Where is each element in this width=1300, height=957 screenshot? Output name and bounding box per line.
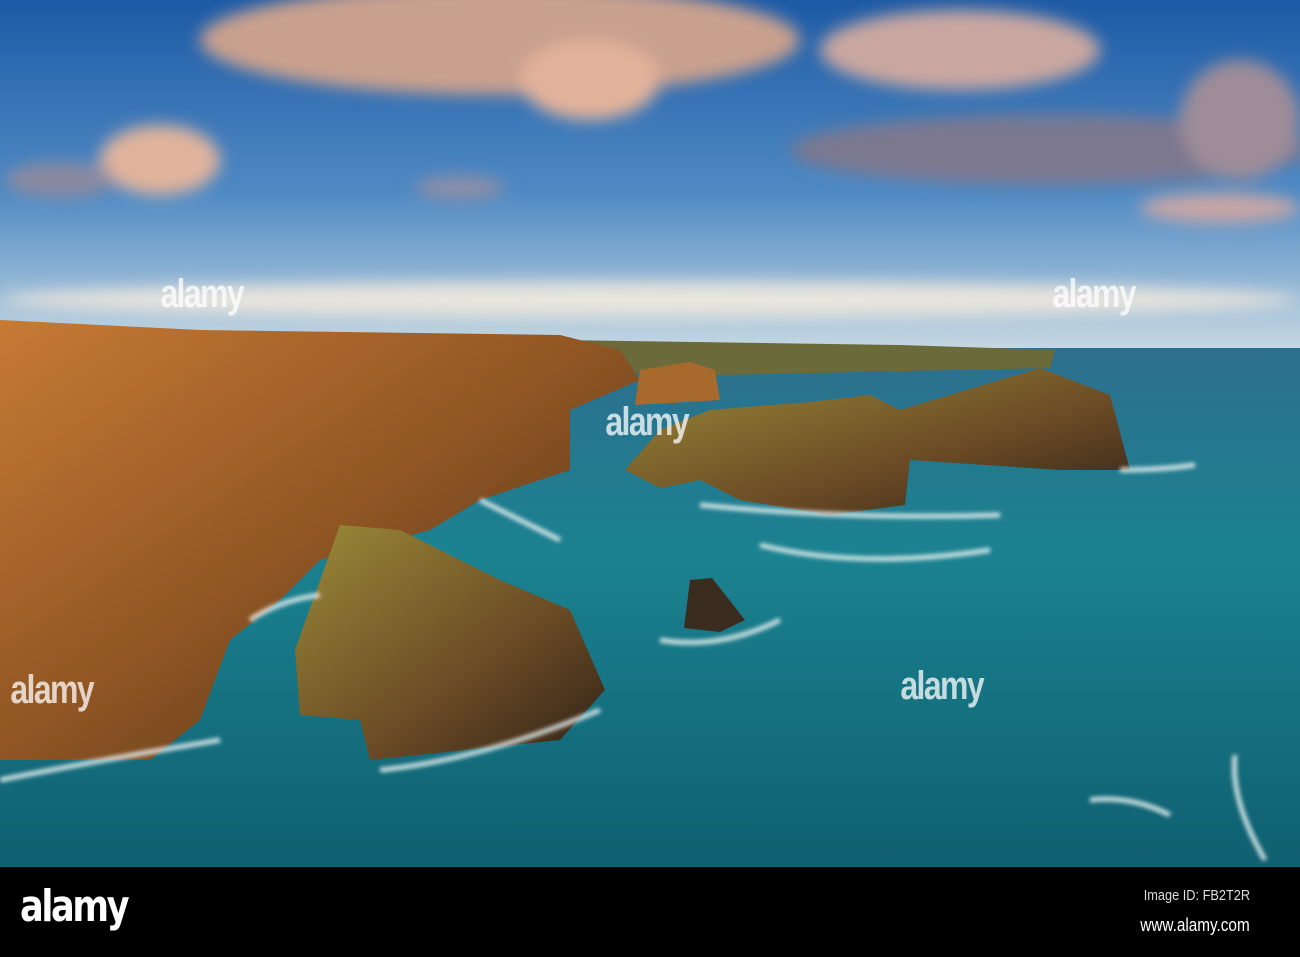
site-url: www.alamy.com [1140,915,1250,935]
watermark: alamy [160,272,244,316]
image-id: Image ID: FB2T2R [1143,887,1250,904]
watermark: alamy [900,664,984,708]
watermark: alamy [10,668,94,712]
watermark: alamy [605,400,689,444]
alamy-logo: alamy [20,881,130,932]
page: alamy alamy alamy alamy alamy alamy Imag… [0,0,1300,957]
watermark: alamy [1052,272,1136,316]
footer-bar: alamy Image ID: FB2T2R www.alamy.com [0,867,1300,957]
